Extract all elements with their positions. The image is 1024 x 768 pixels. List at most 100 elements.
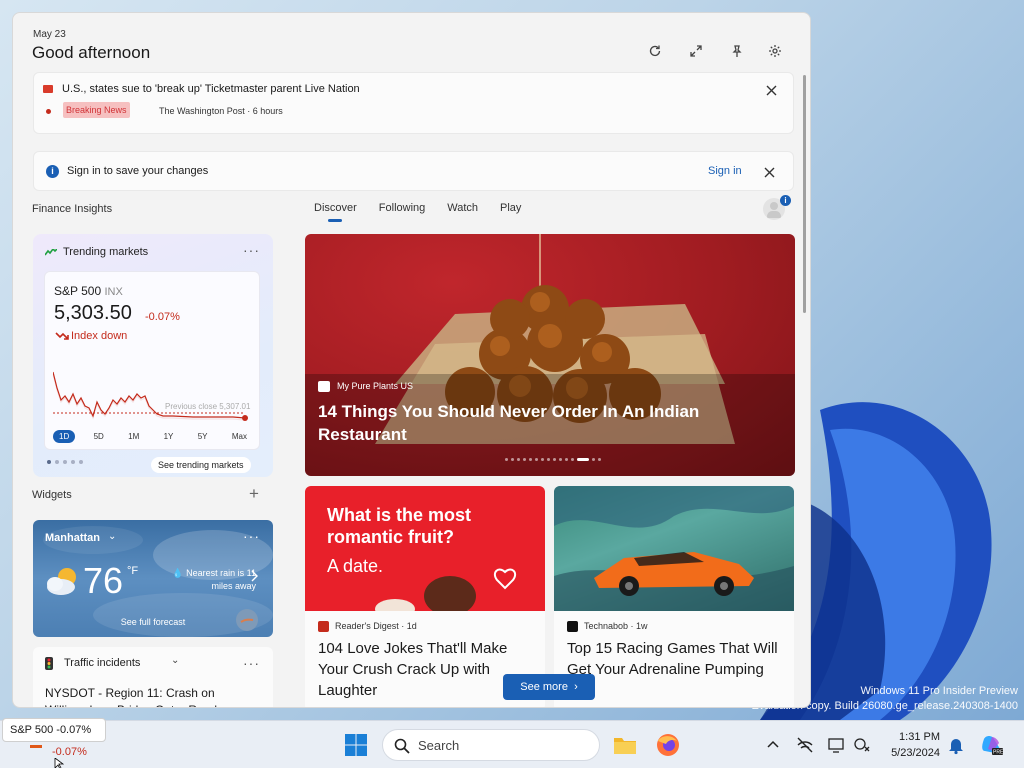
signin-message: Sign in to save your changes [67,165,209,177]
gear-icon[interactable] [763,39,787,63]
taskbar-search[interactable]: Search [382,729,600,761]
stock-change: -0.07% [145,311,180,323]
hero-carousel-dots[interactable] [505,458,601,461]
live-dot [46,109,51,114]
chevron-down-icon[interactable]: ⌄ [108,531,116,542]
stock-symbol: S&P 500 INX [54,284,123,298]
news-title[interactable]: U.S., states sue to 'break up' Ticketmas… [62,83,360,95]
widgets-title: Widgets [32,489,72,501]
dates-illustration [375,568,517,611]
range-selector: 1D 5D 1M 1Y 5Y Max [53,430,253,443]
previous-close-label: Previous close 5,307.01 [165,402,251,411]
tab-following[interactable]: Following [379,202,425,222]
weather-widget[interactable]: Manhattan ⌄ ··· 76 °F 💧 Nearest rain is … [33,520,273,637]
range-1y[interactable]: 1Y [158,430,180,443]
rain-text: Nearest rain is 11 miles away [186,568,256,591]
widgets-taskbar-value: -0.07% [52,746,87,758]
signin-card: i Sign in to save your changes Sign in [33,151,794,191]
search-icon [394,738,410,754]
temperature-unit: °F [127,565,139,577]
widgets-board: May 23 Good afternoon U.S., states sue t… [12,12,811,708]
svg-text:PRE: PRE [993,750,1004,756]
range-1d[interactable]: 1D [53,430,76,443]
stock-card[interactable]: S&P 500 INX 5,303.50 -0.07% Index down P… [44,271,260,450]
trending-markets-widget[interactable]: Trending markets ··· S&P 500 INX 5,303.5… [33,234,273,477]
hero-headline[interactable]: 14 Things You Should Never Order In An I… [318,400,758,446]
traffic-title[interactable]: Traffic incidents [64,657,140,669]
signin-link[interactable]: Sign in [708,165,742,177]
tab-watch[interactable]: Watch [447,202,478,222]
tab-play[interactable]: Play [500,202,521,222]
file-explorer-icon[interactable] [612,732,638,758]
accessibility-icon[interactable] [852,735,872,755]
weather-map-icon[interactable] [235,608,259,632]
see-more-button[interactable]: See more › [503,674,595,700]
article-headline[interactable]: Top 15 Racing Games That Will Get Your A… [567,638,787,680]
search-placeholder: Search [418,738,460,753]
tab-discover[interactable]: Discover [314,202,357,222]
chevron-right-icon[interactable] [251,570,259,582]
news-source-icon [43,85,53,93]
more-options-icon[interactable]: ··· [243,655,260,671]
feed-tabs: Discover Following Watch Play [314,202,543,222]
expand-icon[interactable] [684,39,708,63]
markets-title: Trending markets [63,246,149,258]
hero-article[interactable]: My Pure Plants US 14 Things You Should N… [305,234,795,476]
system-clock[interactable]: 1:31 PM 5/23/2024 [878,729,940,761]
header-date: May 23 [33,29,66,40]
stock-chart: Previous close 5,307.01 [53,371,251,421]
info-icon: i [46,165,59,178]
article-image [554,486,794,611]
see-trending-markets-button[interactable]: See trending markets [151,457,251,473]
traffic-light-icon [45,657,53,670]
publisher-icon [318,381,330,392]
stock-price: 5,303.50 [54,302,132,324]
hero-source: My Pure Plants US [337,381,414,391]
traffic-widget[interactable]: Traffic incidents ⌄ ··· NYSDOT - Region … [33,647,273,707]
technabob-icon [567,621,578,632]
close-icon[interactable] [761,164,777,180]
clock-time: 1:31 PM [899,731,940,743]
weather-location[interactable]: Manhattan [45,532,100,544]
display-icon[interactable] [826,735,846,755]
clock-date: 5/23/2024 [891,747,940,759]
breaking-news-card[interactable]: U.S., states sue to 'break up' Ticketmas… [33,72,794,134]
scrollbar[interactable] [803,75,806,313]
trend-down-icon [55,332,69,340]
markets-pager[interactable] [47,460,83,464]
mouse-cursor [54,758,64,768]
taskbar: S&P 500 -0.07% -0.07% Search 1:31 PM 5/2… [0,718,1024,768]
chevron-up-icon[interactable] [763,735,783,755]
more-options-icon[interactable]: ··· [243,528,260,544]
close-icon[interactable] [763,82,779,98]
add-widget-button[interactable]: + [249,484,259,504]
firefox-icon[interactable] [655,732,681,758]
temperature: 76 [83,560,124,601]
more-options-icon[interactable]: ··· [243,242,260,258]
widget-tooltip: S&P 500 -0.07% [2,718,106,742]
readers-digest-icon [318,621,329,632]
pin-icon[interactable] [725,39,749,63]
notification-badge: i [780,195,791,206]
notification-bell-icon[interactable] [946,735,966,755]
index-status: Index down [71,330,128,342]
breaking-news-badge: Breaking News [63,102,130,118]
chevron-down-icon[interactable]: ⌄ [171,655,179,666]
stock-name: S&P 500 [54,284,102,298]
copilot-icon[interactable]: PRE [980,733,1004,757]
trending-icon [45,249,57,256]
network-icon[interactable] [795,735,815,755]
article-source: Technabob · 1w [584,621,648,631]
range-1m[interactable]: 1M [122,430,145,443]
trend-bar-icon [30,745,42,748]
range-max[interactable]: Max [226,430,253,443]
article-image: What is the most romantic fruit? A date. [305,486,545,611]
greeting: Good afternoon [32,43,151,62]
range-5y[interactable]: 5Y [192,430,214,443]
refresh-icon[interactable] [643,39,667,63]
chevron-right-icon: › [574,681,578,693]
traffic-incident[interactable]: NYSDOT - Region 11: Crash on Williamsbur… [45,685,265,707]
start-button[interactable] [344,733,368,757]
partly-cloudy-icon [47,568,76,595]
range-5d[interactable]: 5D [88,430,110,443]
